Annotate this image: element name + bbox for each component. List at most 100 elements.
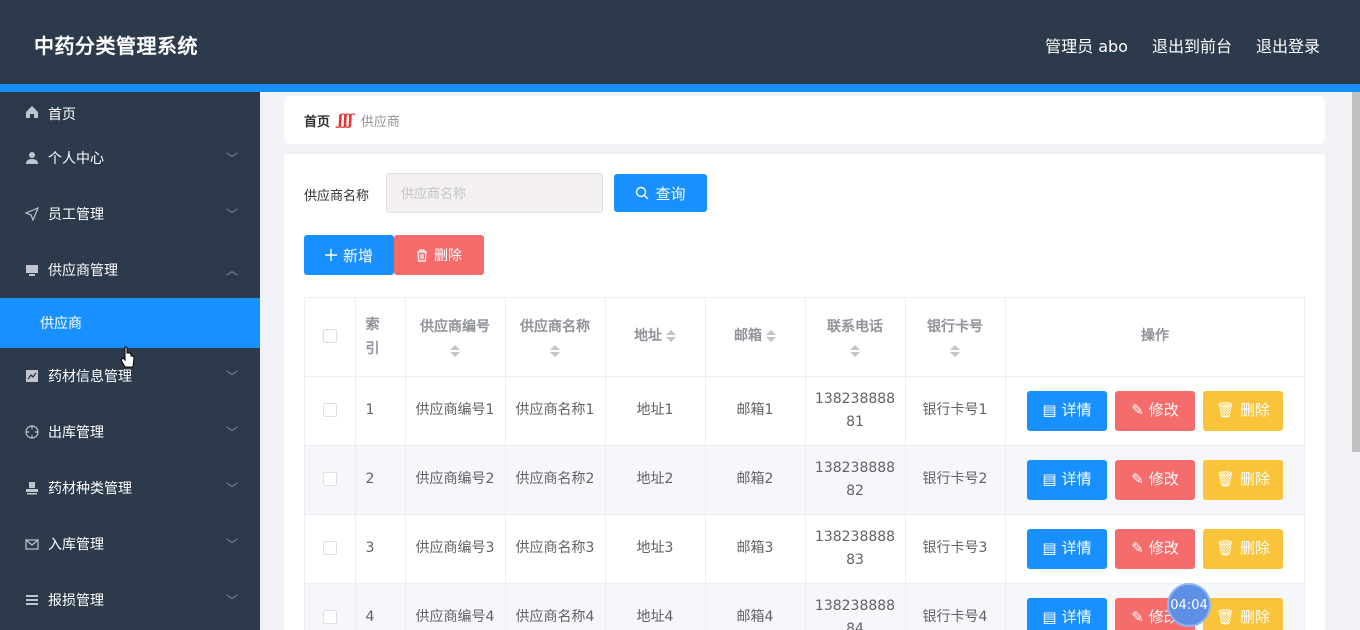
delete-button[interactable]: 🗑 删除 — [1203, 390, 1283, 431]
sidebar-item-supplier-management[interactable]: 供应商管理 ︿ — [0, 242, 260, 298]
edit-button-label: 修改 — [1148, 470, 1179, 488]
cell-address: 地址3 — [605, 514, 706, 584]
exit-to-front-link[interactable]: 退出到前台 — [1152, 33, 1232, 57]
edit-button[interactable]: ✎ 修改 — [1115, 459, 1195, 500]
select-all-cell — [305, 298, 356, 377]
sidebar-item-label: 供应商 — [40, 316, 82, 332]
detail-button[interactable]: ▤ 详情 — [1027, 390, 1107, 431]
cell-phone: 13823888881 — [805, 376, 906, 446]
row-checkbox[interactable] — [322, 403, 337, 417]
table-row: 3 供应商编号3 供应商名称3 地址3 邮箱3 13823888883 银行卡号… — [305, 514, 1304, 584]
detail-button[interactable]: ▤ 详情 — [1027, 528, 1107, 569]
trash-icon: 🗑 — [1215, 401, 1236, 419]
header-address[interactable]: 地址 — [605, 298, 706, 377]
row-checkbox[interactable] — [322, 610, 337, 624]
edit-button[interactable]: ✎ 修改 — [1115, 390, 1195, 431]
delete-button[interactable]: 🗑 删除 — [1203, 459, 1283, 500]
row-select-cell — [305, 376, 356, 446]
app-title: 中药分类管理系统 — [34, 34, 198, 58]
chevron-down-icon: ﹀ — [225, 369, 238, 384]
sort-icon[interactable] — [766, 330, 776, 343]
trash-icon — [417, 248, 427, 262]
main-area: 首页 ʃʃʃ 供应商 供应商名称 查询 新增 删除 — [260, 92, 1360, 630]
sort-icon[interactable] — [666, 330, 676, 343]
cell-supplier-no: 供应商编号3 — [405, 514, 506, 584]
header-label: 联系电话 — [827, 319, 883, 336]
delete-button-label: 删除 — [1240, 608, 1271, 626]
search-label: 供应商名称 — [304, 189, 370, 204]
sidebar-item-inbound[interactable]: 入库管理 ﹀ — [0, 516, 260, 572]
header-label: 供应商编号 — [420, 319, 490, 336]
breadcrumb-home[interactable]: 首页 — [304, 111, 330, 130]
cell-supplier-no: 供应商编号4 — [405, 583, 506, 630]
delete-button[interactable]: 🗑 删除 — [1203, 528, 1283, 569]
supplier-name-search-input[interactable] — [386, 173, 603, 213]
send-icon — [24, 206, 40, 222]
header-email[interactable]: 邮箱 — [705, 298, 806, 377]
sidebar-item-label: 入库管理 — [48, 537, 104, 553]
sort-icon[interactable] — [550, 345, 560, 358]
pencil-icon: ✎ — [1131, 401, 1144, 419]
cell-bank-card: 银行卡号1 — [905, 376, 1006, 446]
chevron-down-icon: ﹀ — [225, 537, 238, 552]
cell-index: 2 — [355, 445, 406, 515]
sort-icon[interactable] — [850, 345, 860, 358]
detail-button[interactable]: ▤ 详情 — [1027, 459, 1107, 500]
chevron-down-icon: ﹀ — [225, 593, 238, 608]
mouse-cursor-icon — [120, 346, 136, 374]
search-button[interactable]: 查询 — [614, 174, 707, 212]
sidebar-item-personal-center[interactable]: 个人中心 ﹀ — [0, 130, 260, 186]
user-icon — [24, 150, 40, 166]
logout-link[interactable]: 退出登录 — [1256, 33, 1320, 57]
cell-address: 地址2 — [605, 445, 706, 515]
table-row: 4 供应商编号4 供应商名称4 地址4 邮箱4 13823888884 银行卡号… — [305, 583, 1304, 630]
monitor-icon — [24, 262, 40, 278]
sort-icon[interactable] — [450, 345, 460, 358]
page-scrollbar[interactable] — [1352, 92, 1360, 452]
add-button[interactable]: 新增 — [304, 235, 394, 275]
batch-delete-button[interactable]: 删除 — [394, 235, 484, 275]
cell-email: 邮箱3 — [705, 514, 806, 584]
cell-actions: ▤ 详情 ✎ 修改 🗑 删除 — [1005, 583, 1304, 630]
trash-icon: 🗑 — [1215, 539, 1236, 557]
edit-button[interactable]: ✎ 修改 — [1115, 528, 1195, 569]
header-label: 邮箱 — [734, 328, 762, 345]
sidebar-item-damage-report[interactable]: 报损管理 ﹀ — [0, 572, 260, 628]
select-all-checkbox[interactable] — [322, 329, 337, 344]
cell-email: 邮箱4 — [705, 583, 806, 630]
detail-button[interactable]: ▤ 详情 — [1027, 597, 1107, 630]
sidebar-item-staff[interactable]: 员工管理 ﹀ — [0, 186, 260, 242]
document-icon: ▤ — [1042, 608, 1057, 626]
header-supplier-name[interactable]: 供应商名称 — [505, 298, 606, 377]
cell-bank-card: 银行卡号4 — [905, 583, 1006, 630]
edit-button-label: 修改 — [1148, 401, 1179, 419]
sidebar-item-home[interactable]: 首页 — [0, 92, 260, 130]
chart-icon — [24, 368, 40, 384]
header-bank-card[interactable]: 银行卡号 — [905, 298, 1006, 377]
delete-button[interactable]: 🗑 删除 — [1203, 597, 1283, 630]
stamp-icon — [24, 480, 40, 496]
sidebar-item-label: 员工管理 — [48, 207, 104, 223]
sidebar-item-label: 个人中心 — [48, 151, 104, 167]
search-button-label: 查询 — [655, 184, 686, 203]
cell-supplier-name: 供应商名称2 — [505, 445, 606, 515]
sidebar-item-label: 报损管理 — [48, 593, 104, 609]
chevron-down-icon: ﹀ — [225, 425, 238, 440]
sidebar-item-outbound[interactable]: 出库管理 ﹀ — [0, 404, 260, 460]
detail-button-label: 详情 — [1061, 470, 1092, 488]
sidebar-item-herb-category[interactable]: 药材种类管理 ﹀ — [0, 460, 260, 516]
header-supplier-no[interactable]: 供应商编号 — [405, 298, 506, 377]
cell-address: 地址4 — [605, 583, 706, 630]
document-icon: ▤ — [1042, 470, 1057, 488]
sidebar-item-supplier[interactable]: 供应商 — [0, 298, 260, 348]
header-actions: 操作 — [1005, 298, 1304, 377]
sort-icon[interactable] — [950, 345, 960, 358]
header-phone[interactable]: 联系电话 — [805, 298, 906, 377]
cell-email: 邮箱1 — [705, 376, 806, 446]
row-checkbox[interactable] — [322, 472, 337, 486]
cell-supplier-name: 供应商名称4 — [505, 583, 606, 630]
row-checkbox[interactable] — [322, 541, 337, 555]
table-row: 1 供应商编号1 供应商名称1 地址1 邮箱1 13823888881 银行卡号… — [305, 376, 1304, 446]
chevron-down-icon: ﹀ — [225, 151, 238, 166]
batch-delete-button-label: 删除 — [434, 248, 462, 264]
